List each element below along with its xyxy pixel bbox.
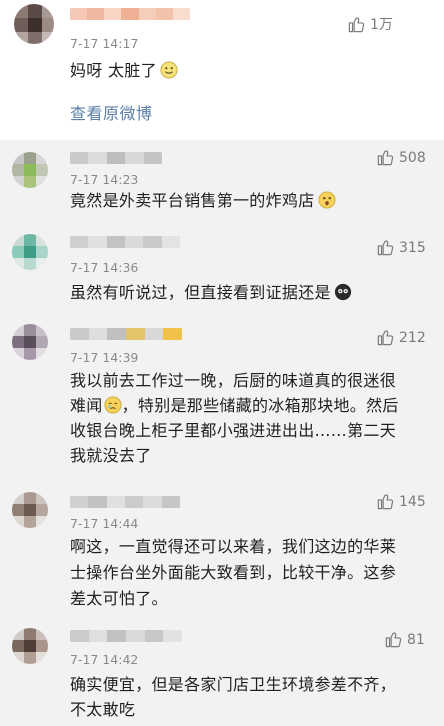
comment-text-line: 士操作台坐外面能大致看到，比较干净。这参	[70, 563, 397, 582]
comment-time: 7-17 14:23	[70, 172, 139, 187]
like-button[interactable]: 1万	[347, 14, 393, 34]
avatar[interactable]	[12, 234, 48, 270]
avatar[interactable]	[14, 4, 54, 44]
crying-emoji-icon	[104, 396, 122, 414]
comment-text-line: 我就没去了	[70, 446, 152, 465]
comment-text-line: 啊这，一直觉得还可以来着，我们这边的华莱	[70, 537, 397, 556]
comment-text: 虽然有听说过，但直接看到证据还是	[70, 280, 352, 305]
comment-text-content: 竟然是外卖平台销售第一的炸鸡店	[70, 191, 315, 210]
comment-text-line: 差太可怕了。	[70, 589, 168, 608]
like-button[interactable]: 145	[376, 492, 426, 511]
thumbs-up-icon	[385, 632, 402, 648]
comment-text-content: 难闻	[70, 396, 103, 415]
view-original-weibo-link[interactable]: 查看原微博	[70, 100, 153, 124]
comment-time: 7-17 14:42	[70, 652, 139, 667]
comment-reply: 7-17 14:39 我以前去工作过一晚，后厨的味道真的很迷很 难闻 ，特别是那些…	[0, 314, 444, 480]
speechless-emoji-icon	[334, 283, 351, 301]
comment-text-content: ，特别是那些储藏的冰箱那块地。然后	[121, 396, 399, 415]
like-button[interactable]: 81	[384, 630, 425, 649]
avatar[interactable]	[12, 152, 48, 188]
comment-text-line: 确实便宜，但是各家门店卫生环境参差不齐，	[70, 675, 397, 694]
comment-text-line: 我以前去工作过一晚，后厨的味道真的很迷很	[70, 371, 397, 390]
username-blurred[interactable]	[70, 328, 182, 340]
comment-reply: 7-17 14:23 竟然是外卖平台销售第一的炸鸡店 508	[0, 140, 444, 222]
thumbs-up-icon	[377, 494, 394, 510]
thumbs-up-icon	[348, 16, 365, 32]
like-count: 508	[399, 149, 426, 166]
username-blurred[interactable]	[70, 496, 180, 508]
comment-time: 7-17 14:17	[70, 36, 139, 51]
comment-reply: 7-17 14:44 啊这，一直觉得还可以来着，我们这边的华莱 士操作台坐外面能…	[0, 480, 444, 620]
username-blurred[interactable]	[70, 152, 162, 164]
thumbs-up-icon	[377, 150, 394, 166]
comment-text: 妈呀 太脏了	[70, 58, 178, 83]
smile-emoji-icon	[160, 61, 178, 79]
username-blurred[interactable]	[70, 8, 190, 20]
comment-time: 7-17 14:39	[70, 350, 139, 365]
comment-text: 竟然是外卖平台销售第一的炸鸡店	[70, 188, 336, 213]
like-count: 315	[399, 239, 426, 256]
like-count: 145	[399, 493, 426, 510]
comment-time: 7-17 14:44	[70, 516, 139, 531]
surprised-emoji-icon	[317, 191, 336, 209]
username-blurred[interactable]	[70, 630, 182, 642]
avatar[interactable]	[12, 324, 48, 360]
comment-reply: 7-17 14:36 虽然有听说过，但直接看到证据还是 315	[0, 222, 444, 314]
comment-text: 难闻 ，特别是那些储藏的冰箱那块地。然后	[70, 393, 399, 418]
avatar[interactable]	[12, 628, 48, 664]
like-button[interactable]: 315	[376, 238, 426, 257]
thumbs-up-icon	[377, 330, 394, 346]
like-button[interactable]: 212	[376, 328, 426, 347]
comment-text-line: 不太敢吃	[70, 700, 136, 719]
thumbs-up-icon	[377, 240, 394, 256]
comment-text-content: 妈呀 太脏了	[70, 61, 157, 80]
like-button[interactable]: 508	[376, 148, 426, 167]
like-count: 212	[399, 329, 426, 346]
comment-reply: 7-17 14:42 确实便宜，但是各家门店卫生环境参差不齐， 不太敢吃 81	[0, 620, 444, 726]
comment-text-line: 收银台晚上柜子里都小强进进出出……第二天	[70, 421, 397, 440]
avatar[interactable]	[12, 492, 48, 528]
username-blurred[interactable]	[70, 236, 180, 248]
comment-main: 7-17 14:17 妈呀 太脏了 查看原微博 1万	[0, 0, 444, 140]
comment-time: 7-17 14:36	[70, 260, 139, 275]
like-count: 81	[407, 631, 425, 648]
like-count: 1万	[370, 17, 393, 33]
comment-text-content: 虽然有听说过，但直接看到证据还是	[70, 283, 331, 302]
